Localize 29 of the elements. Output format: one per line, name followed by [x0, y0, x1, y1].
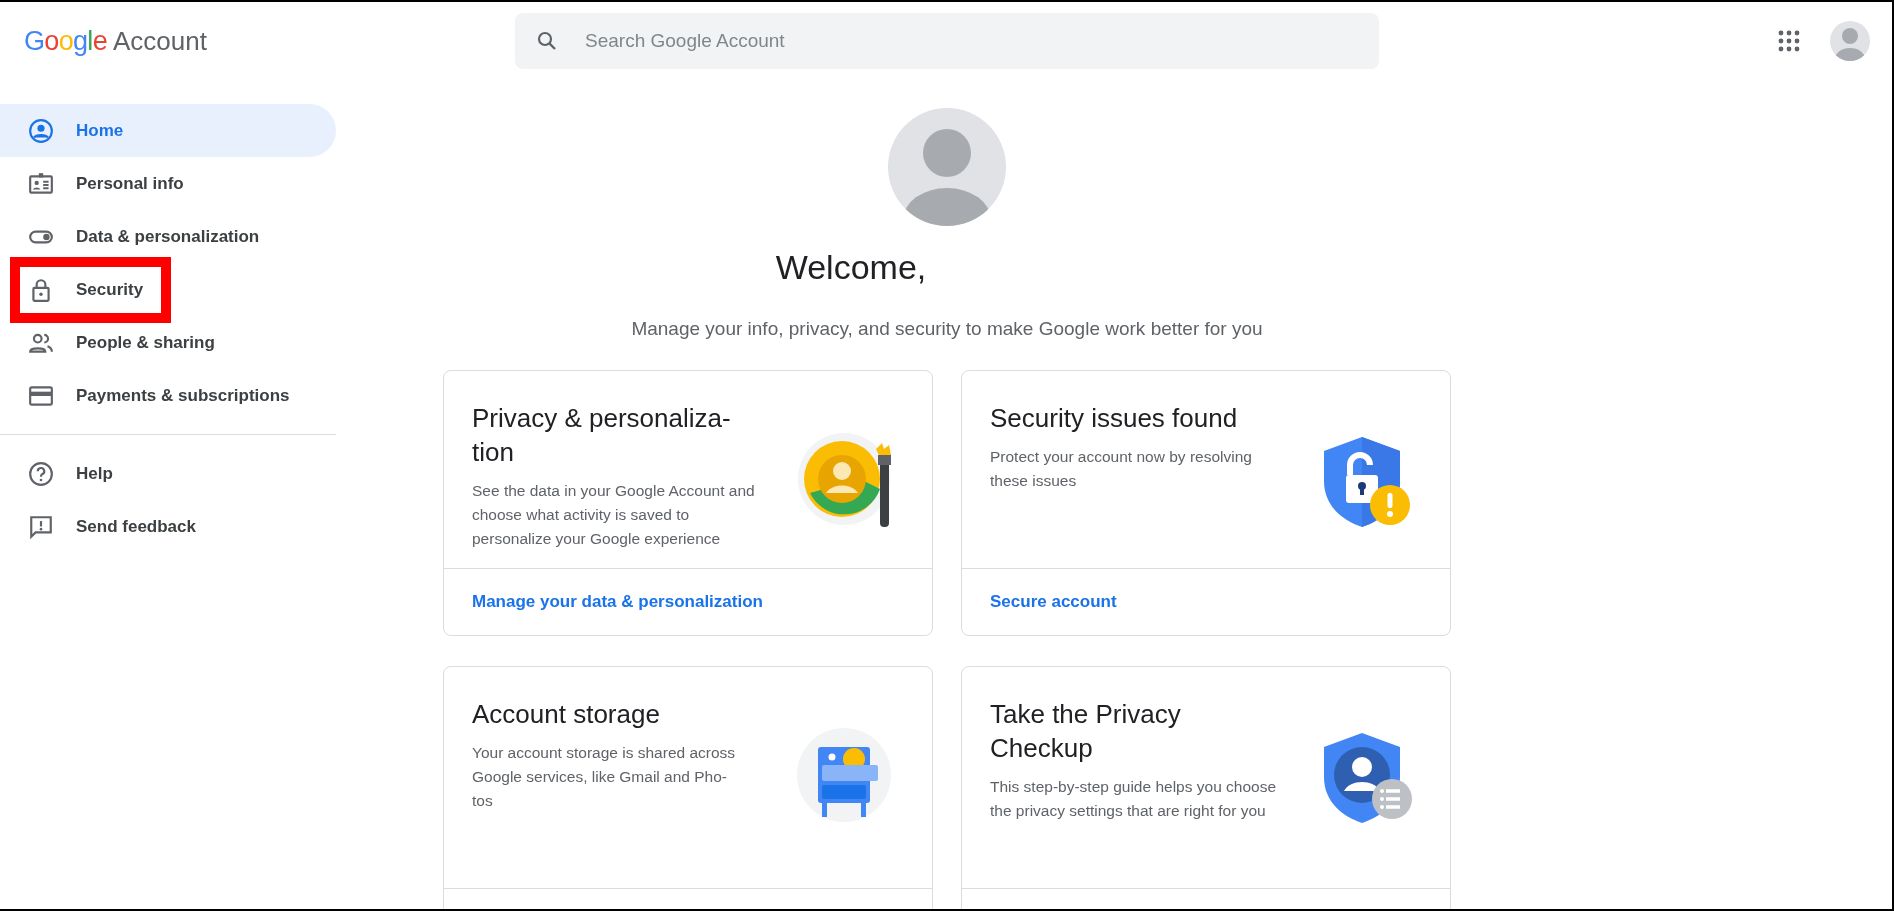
feedback-icon: [28, 513, 54, 540]
sidebar-item[interactable]: Payments & subscriptions: [0, 369, 336, 422]
apps-grid-icon[interactable]: [1778, 30, 1800, 52]
sidebar-item[interactable]: People & sharing: [0, 316, 336, 369]
card-title: Privacy & personaliza- tion: [472, 401, 732, 469]
card-link[interactable]: Manage your data & personalization: [472, 588, 763, 615]
avatar-icon[interactable]: [1830, 21, 1870, 61]
welcome-title: Welcome,: [775, 247, 927, 288]
card-description: See the data in your Google Account and choose what activity is saved to personalize your Google experience: [472, 480, 756, 549]
id-card-icon: [28, 170, 54, 197]
search-field[interactable]: Search Google Account: [515, 13, 1379, 69]
card-title: Security issues found: [990, 401, 1239, 435]
sidebar-item[interactable]: Personal info: [0, 157, 336, 210]
card-title: Account storage: [472, 697, 661, 731]
google-logo[interactable]: Google: [24, 20, 108, 62]
sidebar-item[interactable]: Help: [0, 447, 336, 500]
sidebar-item[interactable]: Data & personalization: [0, 210, 336, 263]
welcome-subtitle: Manage your info, privacy, and security to make Google work better for you: [631, 317, 1263, 341]
card-description: This step-by-step guide helps you choose the privacy settings that are right for you: [990, 776, 1278, 821]
sidebar-item[interactable]: Security: [0, 263, 336, 316]
sidebar-item[interactable]: Home: [0, 104, 336, 157]
sidebar-item[interactable]: Send feedback: [0, 500, 336, 553]
card-title: Take the Privacy Checkup: [990, 697, 1182, 765]
card-link[interactable]: Secure account: [990, 588, 1117, 615]
account-circle-icon: [28, 117, 54, 144]
card-description: Protect your account now by resolving these issues: [990, 446, 1253, 491]
help-icon: [28, 460, 54, 487]
logo-label: Account: [113, 24, 207, 58]
card-description: Your account storage is shared across Google services, like Gmail and Pho- tos: [472, 742, 737, 811]
